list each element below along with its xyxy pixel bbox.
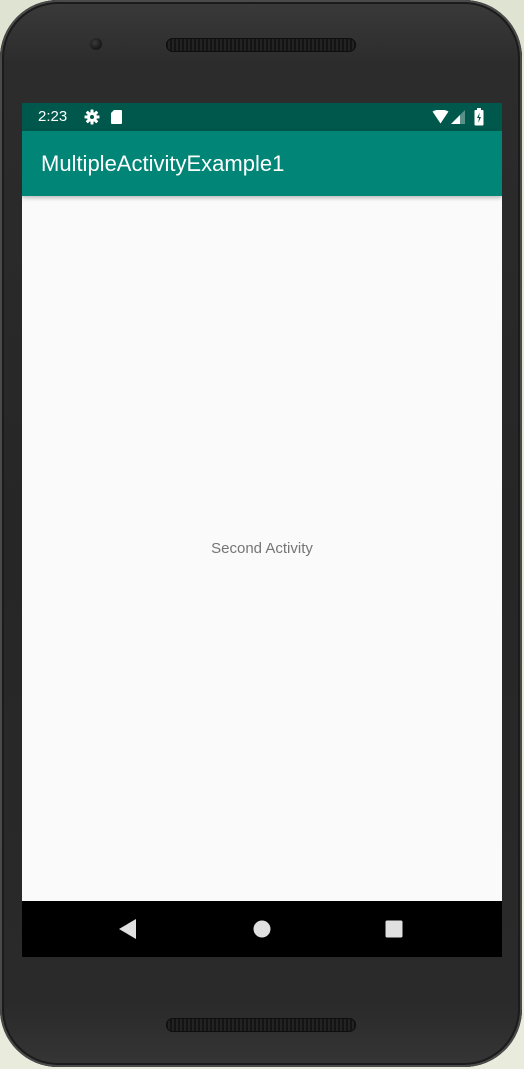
status-time: 2:23 (38, 108, 68, 125)
device-screen: 2:23 MultipleActivityExample1 Second Act… (22, 103, 502, 957)
app-title: MultipleActivityExample1 (41, 151, 285, 176)
gear-icon (84, 109, 100, 125)
top-speaker-grille (166, 38, 356, 52)
status-bar: 2:23 (22, 103, 502, 131)
wifi-icon (432, 110, 449, 124)
navigation-bar (22, 901, 502, 957)
signal-icon (451, 110, 465, 124)
battery-icon (474, 108, 484, 126)
recents-icon[interactable] (385, 920, 403, 938)
front-camera (90, 38, 102, 50)
back-icon[interactable] (118, 918, 138, 940)
phone-frame: 2:23 MultipleActivityExample1 Second Act… (0, 0, 522, 1067)
bottom-speaker-grille (166, 1018, 356, 1032)
sd-card-icon (111, 110, 122, 124)
home-icon[interactable] (253, 920, 271, 938)
second-activity-label: Second Activity (211, 540, 313, 557)
app-bar: MultipleActivityExample1 (22, 131, 502, 196)
